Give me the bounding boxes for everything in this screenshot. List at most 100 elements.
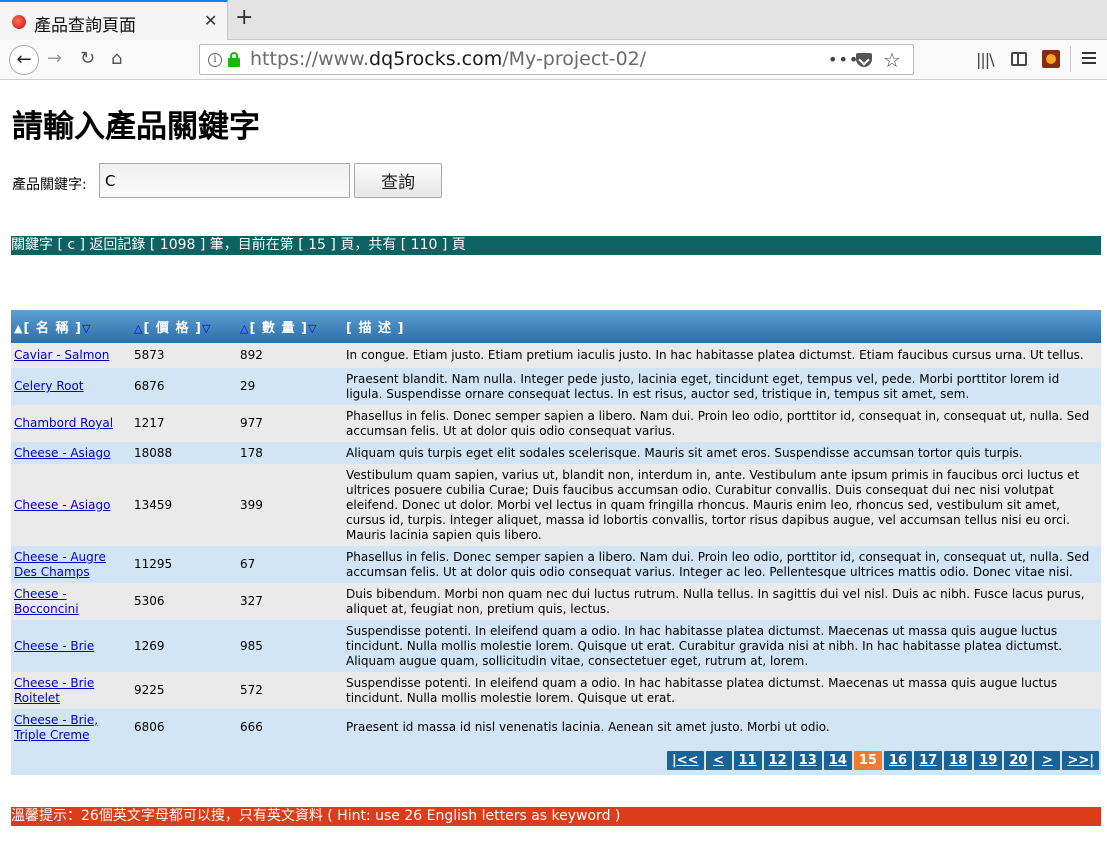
url-text[interactable]: https://www.dq5rocks.com/My-project-02/	[250, 48, 646, 70]
page-next-button[interactable]: >	[1034, 751, 1061, 770]
table-header-row: ▲[ 名 稱 ]▽ △[ 價 格 ]▽ △[ 數 量 ]▽ [ 描 述 ]	[11, 310, 1101, 343]
quantity-cell: 399	[237, 464, 343, 546]
price-cell: 1269	[131, 620, 237, 672]
table-row: Cheese - Bocconcini 5306 327 Duis bibend…	[11, 583, 1101, 620]
table-row: Cheese - Brie, Triple Creme 6806 666 Pra…	[11, 709, 1101, 746]
description-cell: Praesent id massa id nisl venenatis laci…	[343, 709, 1101, 746]
price-cell: 13459	[131, 464, 237, 546]
price-cell: 1217	[131, 405, 237, 442]
quantity-cell: 327	[237, 583, 343, 620]
pagination: |<< <11 12 13 14 15 16 17 18 19 20 > >>|	[11, 746, 1101, 775]
table-row: Cheese - Asiago 18088 178 Aliquam quis t…	[11, 442, 1101, 464]
column-label-name: [ 名 稱 ]	[23, 321, 82, 336]
favicon-icon	[12, 15, 26, 29]
product-link[interactable]: Cheese - Brie Roitelet	[14, 676, 94, 705]
sort-desc-icon[interactable]: ▽	[82, 322, 91, 335]
product-link[interactable]: Caviar - Salmon	[14, 348, 109, 362]
search-button[interactable]: 查詢	[354, 163, 442, 198]
description-cell: Phasellus in felis. Donec semper sapien …	[343, 405, 1101, 442]
product-link[interactable]: Cheese - Asiago	[14, 498, 110, 512]
page-prev-button[interactable]: <	[705, 751, 732, 770]
price-cell: 9225	[131, 672, 237, 709]
page-link[interactable]: 13	[793, 751, 822, 770]
product-link[interactable]: Chambord Royal	[14, 416, 113, 430]
search-label: 產品關鍵字:	[12, 177, 87, 193]
price-cell: 18088	[131, 442, 237, 464]
tab-strip: 產品查詢頁面 ✕ +	[0, 0, 1107, 40]
back-icon[interactable]: ←	[9, 45, 39, 75]
product-link[interactable]: Celery Root	[14, 379, 84, 393]
column-header-price: △[ 價 格 ]▽	[131, 310, 237, 343]
quantity-cell: 178	[237, 442, 343, 464]
site-info-icon[interactable]: i	[208, 53, 222, 67]
sort-desc-icon[interactable]: ▽	[202, 322, 211, 335]
pocket-icon[interactable]	[856, 53, 872, 67]
page-link[interactable]: 18	[944, 751, 973, 770]
table-row: Cheese - Brie 1269 985 Suspendisse poten…	[11, 620, 1101, 672]
bookmark-star-icon[interactable]: ☆	[883, 48, 901, 72]
page-content: 請輸入產品關鍵字 產品關鍵字: 查詢 關鍵字 [ c ] 返回記錄 [ 1098…	[0, 81, 1107, 848]
table-row: Caviar - Salmon 5873 892 In congue. Etia…	[11, 343, 1101, 368]
navigation-toolbar: ← → ↻ ⌂ i https://www.dq5rocks.com/My-pr…	[0, 40, 1107, 80]
price-cell: 6876	[131, 368, 237, 405]
description-cell: Suspendisse potenti. In eleifend quam a …	[343, 672, 1101, 709]
column-label-price: [ 價 格 ]	[143, 321, 202, 336]
reload-icon[interactable]: ↻	[80, 48, 95, 70]
table-row: Cheese - Brie Roitelet 9225 572 Suspendi…	[11, 672, 1101, 709]
sidebar-icon[interactable]	[1011, 52, 1027, 66]
search-input[interactable]	[99, 163, 350, 198]
price-cell: 5873	[131, 343, 237, 368]
hint-bar: 溫馨提示：26個英文字母都可以搜，只有英文資料 ( Hint: use 26 E…	[11, 807, 1101, 826]
browser-tab[interactable]: 產品查詢頁面 ✕	[0, 0, 228, 40]
page-link[interactable]: 20	[1004, 751, 1033, 770]
new-tab-icon[interactable]: +	[235, 5, 253, 30]
table-row: Celery Root 6876 29 Praesent blandit. Na…	[11, 368, 1101, 405]
extension-icon[interactable]	[1042, 50, 1060, 68]
product-table: ▲[ 名 稱 ]▽ △[ 價 格 ]▽ △[ 數 量 ]▽ [ 描 述 ] Ca…	[11, 310, 1101, 775]
price-cell: 6806	[131, 709, 237, 746]
quantity-cell: 29	[237, 368, 343, 405]
toolbar-separator	[1070, 46, 1071, 72]
table-row: Cheese - Augre Des Champs 11295 67 Phase…	[11, 546, 1101, 583]
product-link[interactable]: Cheese - Bocconcini	[14, 587, 79, 616]
description-cell: Duis bibendum. Morbi non quam nec dui lu…	[343, 583, 1101, 620]
menu-icon[interactable]	[1082, 52, 1096, 64]
description-cell: In congue. Etiam justo. Etiam pretium ia…	[343, 343, 1101, 368]
product-link[interactable]: Cheese - Asiago	[14, 446, 110, 460]
url-bar[interactable]: i https://www.dq5rocks.com/My-project-02…	[199, 44, 914, 75]
description-cell: Phasellus in felis. Donec semper sapien …	[343, 546, 1101, 583]
page-link[interactable]: 14	[823, 751, 852, 770]
quantity-cell: 985	[237, 620, 343, 672]
page-link[interactable]: 11	[733, 751, 762, 770]
page-link[interactable]: 16	[883, 751, 913, 770]
tab-title: 產品查詢頁面	[34, 16, 136, 36]
column-label-description: [ 描 述 ]	[346, 321, 405, 336]
page-title: 請輸入產品關鍵字	[12, 109, 260, 145]
page-last-button[interactable]: >>|	[1062, 751, 1099, 770]
column-header-quantity: △[ 數 量 ]▽	[237, 310, 343, 343]
page-link[interactable]: 12	[763, 751, 792, 770]
product-link[interactable]: Cheese - Brie	[14, 639, 94, 653]
table-row: Chambord Royal 1217 977 Phasellus in fel…	[11, 405, 1101, 442]
column-header-description: [ 描 述 ]	[343, 310, 1101, 343]
result-status-bar: 關鍵字 [ c ] 返回記錄 [ 1098 ] 筆，目前在第 [ 15 ] 頁，…	[11, 236, 1101, 255]
description-cell: Suspendisse potenti. In eleifend quam a …	[343, 620, 1101, 672]
page-link[interactable]: 17	[914, 751, 943, 770]
forward-icon[interactable]: →	[47, 48, 62, 70]
description-cell: Praesent blandit. Nam nulla. Integer ped…	[343, 368, 1101, 405]
price-cell: 11295	[131, 546, 237, 583]
page-first-button[interactable]: |<<	[666, 751, 704, 770]
column-header-name: ▲[ 名 稱 ]▽	[11, 310, 131, 343]
home-icon[interactable]: ⌂	[111, 48, 122, 70]
quantity-cell: 572	[237, 672, 343, 709]
product-link[interactable]: Cheese - Brie, Triple Creme	[14, 713, 98, 742]
library-icon[interactable]: |||\	[976, 50, 995, 69]
product-link[interactable]: Cheese - Augre Des Champs	[14, 550, 106, 579]
close-tab-icon[interactable]: ✕	[204, 11, 217, 30]
page-current: 15	[853, 751, 882, 770]
quantity-cell: 977	[237, 405, 343, 442]
sort-desc-icon[interactable]: ▽	[308, 322, 317, 335]
quantity-cell: 892	[237, 343, 343, 368]
page-actions-icon[interactable]: •••	[828, 50, 859, 69]
page-link[interactable]: 19	[974, 751, 1003, 770]
